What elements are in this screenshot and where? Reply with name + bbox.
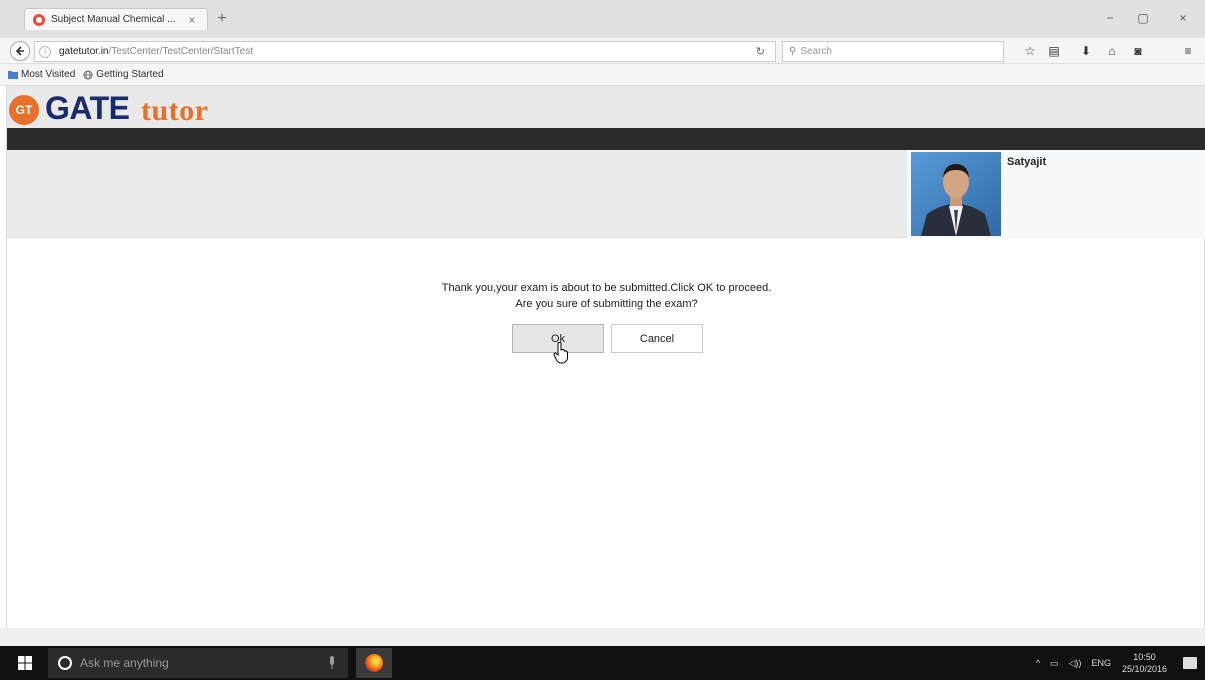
reload-icon[interactable]: ↻	[756, 45, 765, 58]
firefox-taskbar-button[interactable]	[356, 648, 392, 678]
url-domain: gatetutor.in	[59, 46, 109, 57]
page-bottom-strip	[0, 628, 1205, 646]
action-center-icon[interactable]	[1183, 657, 1197, 669]
logo-gate-text: GATE	[45, 90, 130, 126]
user-name: Satyajit	[1007, 156, 1047, 168]
hand-cursor-icon	[553, 342, 568, 364]
bookmark-star-icon[interactable]: ☆	[1020, 42, 1040, 60]
bookmarks-bar: Most Visited Getting Started	[0, 64, 1205, 86]
gt-logo-badge: GT	[9, 95, 39, 125]
url-bar[interactable]: i gatetutor.in/TestCenter/TestCenter/Sta…	[34, 41, 776, 62]
chevron-up-icon[interactable]: ^	[1036, 658, 1040, 668]
windows-start-icon[interactable]	[18, 656, 32, 670]
bookmark-getting-started[interactable]: Getting Started	[83, 69, 164, 80]
clock[interactable]: 10:50 25/10/2016	[1122, 651, 1167, 675]
avatar	[911, 152, 1001, 236]
browser-tab-strip: Subject Manual Chemical ... × + − ▢ ×	[0, 0, 1205, 38]
clock-time: 10:50	[1133, 652, 1156, 662]
globe-icon	[83, 70, 93, 79]
system-tray: ^ ▭ ◁)) ENG 10:50 25/10/2016	[1031, 646, 1197, 680]
search-input[interactable]: ⚲ Search	[782, 41, 1004, 62]
logo-tutor-text: tutor	[141, 94, 209, 127]
close-window-button[interactable]: ×	[1168, 8, 1198, 28]
folder-icon	[8, 70, 18, 79]
minimize-button[interactable]: −	[1095, 8, 1125, 28]
pocket-icon[interactable]: ◙	[1128, 42, 1148, 60]
menu-icon[interactable]: ≡	[1178, 42, 1198, 60]
cortana-icon	[58, 656, 72, 670]
home-icon[interactable]: ⌂	[1102, 42, 1122, 60]
back-arrow-icon	[15, 46, 24, 56]
language-indicator[interactable]: ENG	[1091, 658, 1111, 668]
bookmark-label: Most Visited	[21, 69, 76, 80]
restore-button[interactable]: ▢	[1128, 8, 1158, 28]
tab-title: Subject Manual Chemical ...	[51, 14, 176, 25]
confirm-message: Thank you,your exam is about to be submi…	[441, 282, 772, 294]
microphone-icon[interactable]	[328, 656, 336, 670]
url-path: /TestCenter/TestCenter/StartTest	[108, 46, 253, 57]
clock-date: 25/10/2016	[1121, 664, 1167, 674]
download-icon[interactable]: ⬇	[1076, 42, 1096, 60]
windows-taskbar: Ask me anything ^ ▭ ◁)) ENG 10:50 25/10/…	[0, 646, 1205, 680]
gatetutor-favicon-icon	[33, 13, 45, 26]
firefox-icon	[365, 654, 383, 672]
browser-tab[interactable]: Subject Manual Chemical ... ×	[24, 8, 208, 30]
cortana-search-input[interactable]: Ask me anything	[48, 648, 348, 678]
search-placeholder: Search	[800, 46, 833, 57]
search-icon: ⚲	[789, 46, 797, 57]
reading-list-icon[interactable]: ▤	[1044, 42, 1064, 60]
bookmark-most-visited[interactable]: Most Visited	[8, 69, 75, 80]
header-divider	[7, 128, 1205, 150]
confirm-question: Are you sure of submitting the exam?	[515, 298, 698, 310]
tab-close-icon[interactable]: ×	[185, 13, 199, 27]
site-info-icon[interactable]: i	[39, 45, 51, 58]
user-info-band: Satyajit	[7, 150, 1205, 238]
back-button[interactable]	[10, 41, 30, 61]
user-photo	[911, 152, 1001, 236]
site-header: GT GATE tutor	[7, 86, 1205, 128]
cancel-button[interactable]: Cancel	[611, 324, 703, 353]
network-icon[interactable]: ▭	[1050, 658, 1059, 669]
bookmark-label: Getting Started	[96, 69, 164, 80]
screen: Subject Manual Chemical ... × + − ▢ × i …	[0, 0, 1205, 680]
volume-icon[interactable]: ◁))	[1069, 658, 1082, 669]
page-content: GT GATE tutor Satyajit Thank you,your ex…	[6, 86, 1205, 628]
new-tab-button[interactable]: +	[212, 9, 232, 29]
cortana-placeholder: Ask me anything	[80, 656, 169, 670]
